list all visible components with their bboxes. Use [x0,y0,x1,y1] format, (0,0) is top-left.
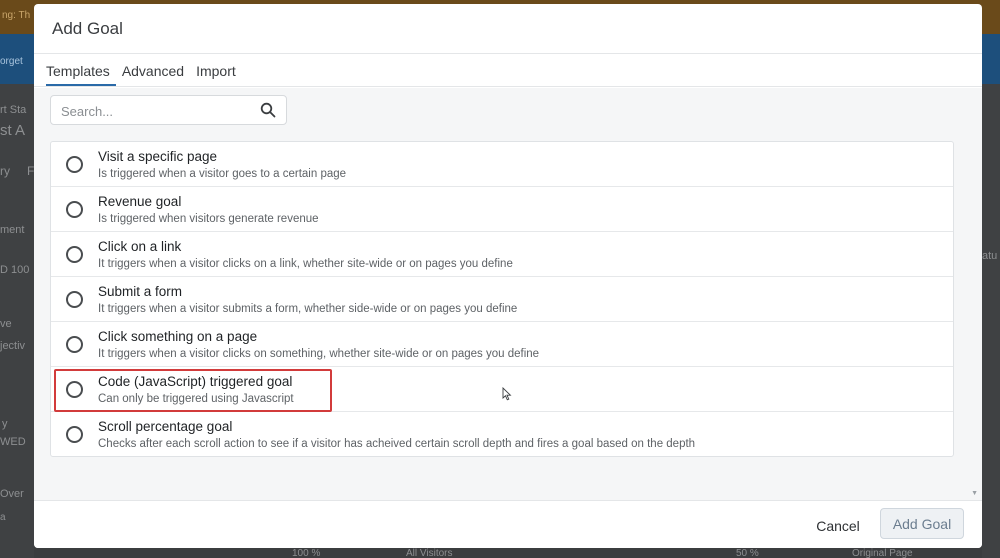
goal-option-submit-form[interactable]: Submit a form It triggers when a visitor… [51,277,953,322]
dialog-header: Add Goal [34,4,982,54]
background-fragment: 100 % [292,548,321,558]
goal-option-description: It triggers when a visitor clicks on a l… [98,258,513,270]
search-box [50,95,287,125]
radio-button[interactable] [66,156,83,173]
goal-option-click-something[interactable]: Click something on a page It triggers wh… [51,322,953,367]
scroll-down-arrow-icon[interactable]: ▼ [971,490,978,497]
background-fragment: rt Sta [0,104,27,116]
goal-option-description: It triggers when a visitor clicks on som… [98,348,540,360]
background-fragment: ve [0,318,12,330]
background-fragment: D 100 [0,264,30,276]
background-fragment: 50 % [736,548,759,558]
radio-button[interactable] [66,291,83,308]
background-fragment: All Visitors [406,548,453,558]
mouse-pointer-icon [502,387,512,401]
goal-option-scroll-percentage[interactable]: Scroll percentage goal Checks after each… [51,412,953,457]
background-fragment: ment [0,224,25,236]
goal-option-title: Click on a link [98,239,182,254]
radio-button[interactable] [66,246,83,263]
background-alert-text: ng: Th [2,10,31,21]
background-right-panel: atu [982,84,1000,558]
radio-button[interactable] [66,381,83,398]
goal-option-click-link[interactable]: Click on a link It triggers when a visit… [51,232,953,277]
goal-option-title: Visit a specific page [98,149,218,164]
goal-option-description: It triggers when a visitor submits a for… [98,303,518,315]
background-fragment: ry [0,164,10,178]
tab-templates[interactable]: Templates [46,63,116,86]
add-goal-dialog: Add Goal Templates Advanced Import Visit… [34,4,982,548]
background-fragment: jectiv [0,340,26,352]
background-fragment: Original Page [852,548,913,558]
goal-option-description: Checks after each scroll action to see i… [98,438,696,450]
radio-button[interactable] [66,201,83,218]
radio-button[interactable] [66,336,83,353]
goal-option-description: Is triggered when a visitor goes to a ce… [98,168,347,180]
add-goal-button[interactable]: Add Goal [880,508,964,539]
tab-bar: Templates Advanced Import [34,54,982,87]
goal-option-title: Code (JavaScript) triggered goal [98,374,293,389]
search-input[interactable] [61,102,251,120]
goal-option-title: Scroll percentage goal [98,419,233,434]
background-fragment: st A [0,122,26,139]
background-fragment: atu [982,250,998,262]
background-fragment: Over [0,488,24,500]
search-icon[interactable] [260,102,276,118]
goal-template-list: Visit a specific page Is triggered when … [50,141,954,457]
dialog-title: Add Goal [52,18,123,38]
tab-import[interactable]: Import [196,63,242,86]
goal-option-visit-page[interactable]: Visit a specific page Is triggered when … [51,142,953,187]
background-fragment: a [0,512,6,523]
goal-option-description: Is triggered when visitors generate reve… [98,213,319,225]
background-left-panel: rt Sta st A ry F ment D 100 ve jectiv y … [0,84,34,558]
goal-option-revenue[interactable]: Revenue goal Is triggered when visitors … [51,187,953,232]
goal-option-title: Revenue goal [98,194,182,209]
goal-option-description: Can only be triggered using Javascript [98,393,294,405]
background-fragment: WED [0,436,26,448]
background-fragment: F [27,164,34,178]
cancel-button[interactable]: Cancel [810,512,866,539]
dialog-body: Visit a specific page Is triggered when … [34,88,982,500]
background-nav-text: orget [0,56,23,67]
goal-option-title: Submit a form [98,284,183,299]
background-fragment: y [2,418,8,430]
dialog-footer: Cancel Add Goal [34,500,982,548]
goal-option-title: Click something on a page [98,329,258,344]
radio-button[interactable] [66,426,83,443]
tab-advanced[interactable]: Advanced [122,63,190,86]
